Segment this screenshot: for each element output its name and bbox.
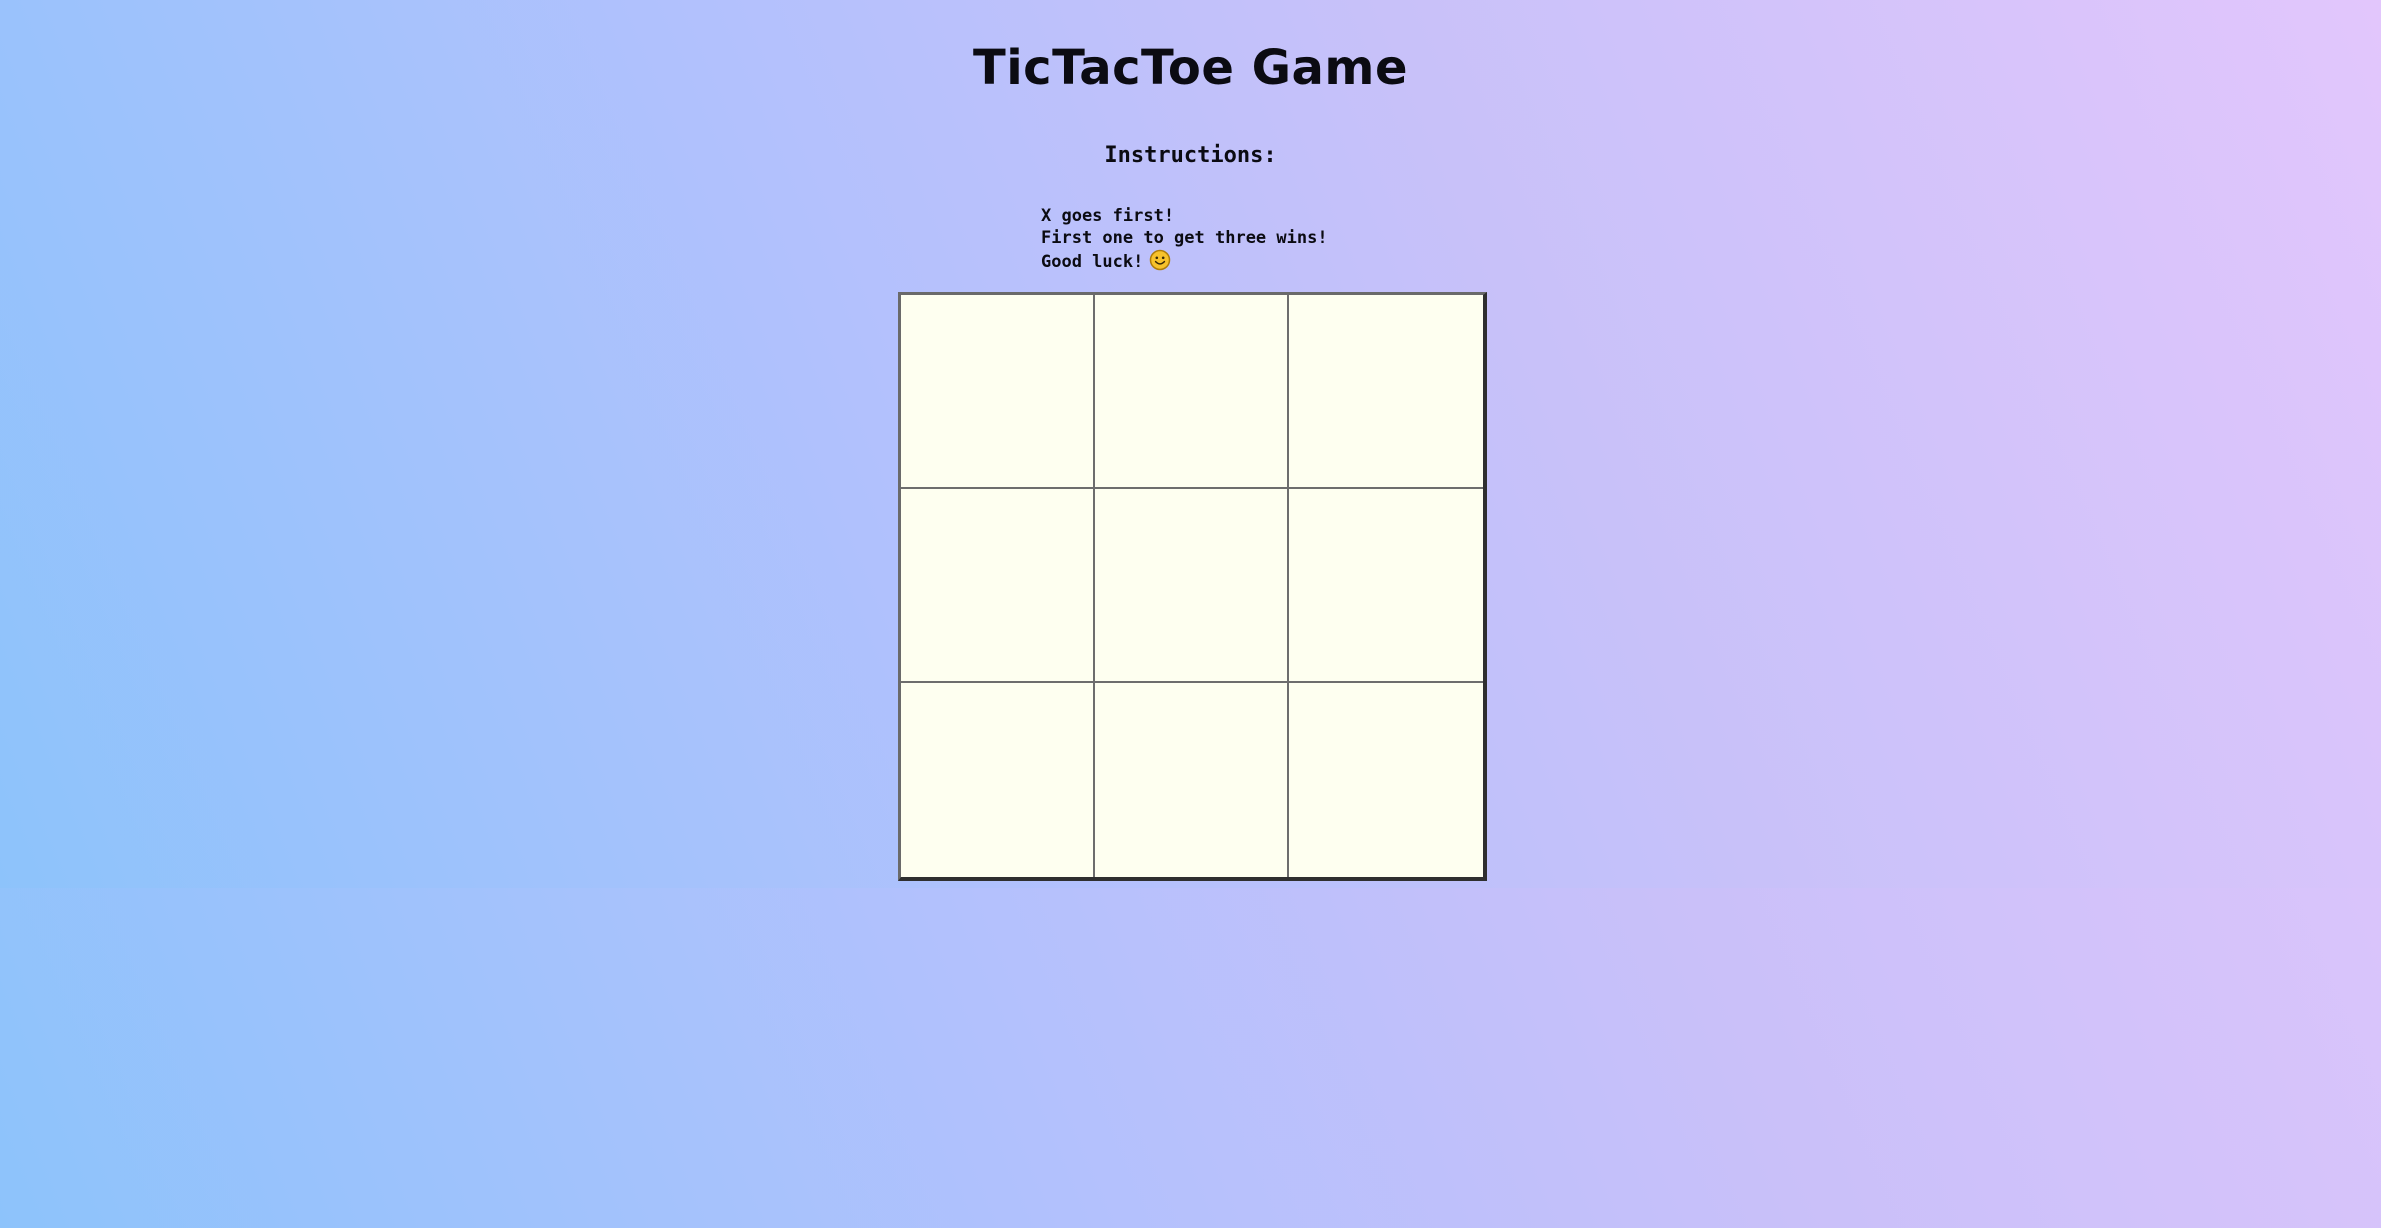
board-cell-3[interactable] — [1289, 295, 1483, 489]
instructions-heading: Instructions: — [1104, 143, 1277, 168]
game-board — [898, 292, 1487, 881]
board-cell-8[interactable] — [1095, 683, 1289, 877]
board-cell-2[interactable] — [1095, 295, 1289, 489]
board-cell-4[interactable] — [901, 489, 1095, 683]
game-page: TicTacToe Game Instructions: X goes firs… — [0, 0, 2381, 888]
board-cell-7[interactable] — [901, 683, 1095, 877]
instruction-text: First one to get three wins! — [1041, 228, 1328, 248]
board-cell-9[interactable] — [1289, 683, 1483, 877]
board-cell-5[interactable] — [1095, 489, 1289, 683]
board-cell-6[interactable] — [1289, 489, 1483, 683]
instruction-line: X goes first! — [1041, 205, 1328, 227]
instruction-line: Good luck! — [1041, 249, 1328, 273]
smiling-face-icon — [1150, 249, 1171, 271]
instruction-text: X goes first! — [1041, 206, 1175, 226]
instruction-text: Good luck! — [1041, 252, 1144, 272]
page-title: TicTacToe Game — [972, 40, 1408, 96]
board-cell-1[interactable] — [901, 295, 1095, 489]
instructions-list: X goes first! First one to get three win… — [1041, 205, 1328, 273]
instruction-line: First one to get three wins! — [1041, 227, 1328, 249]
